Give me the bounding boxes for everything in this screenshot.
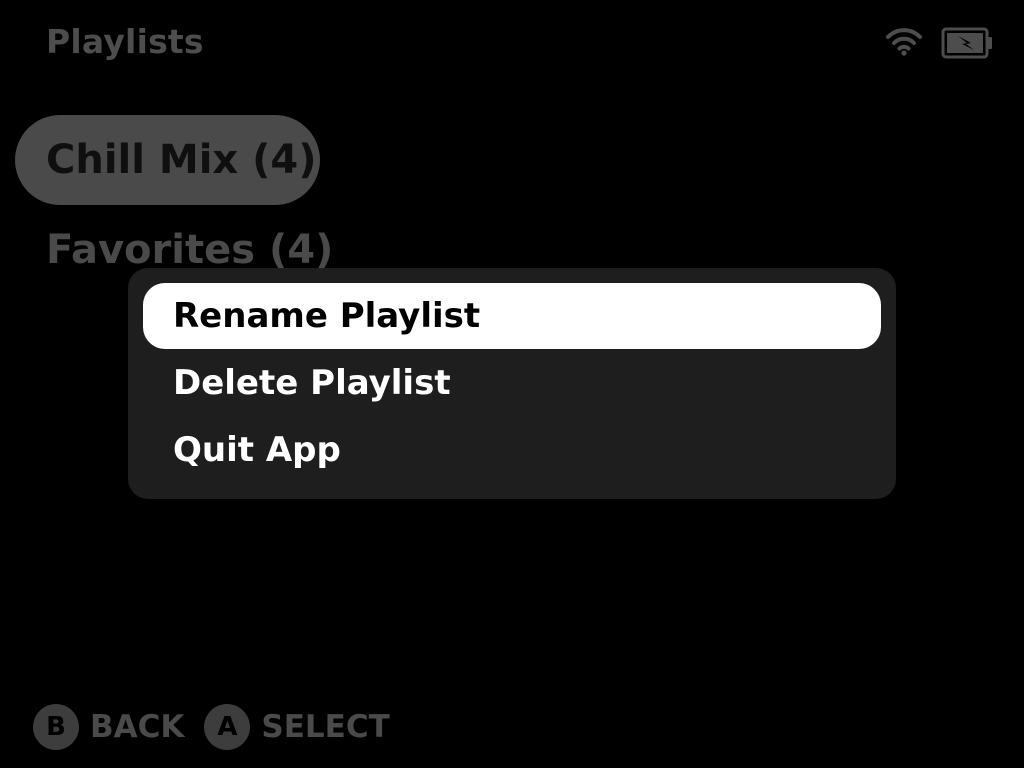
menu-item-label: Rename Playlist	[173, 296, 481, 336]
wifi-icon	[886, 28, 922, 56]
back-hint-label: BACK	[90, 709, 185, 745]
playlist-item-label: Favorites (4)	[46, 227, 334, 273]
menu-item-quit-app[interactable]: Quit App	[143, 417, 881, 483]
menu-item-label: Quit App	[173, 430, 341, 470]
menu-item-label: Delete Playlist	[173, 363, 451, 403]
button-hints: B BACK A SELECT	[33, 704, 410, 750]
playlist-item-chill-mix[interactable]: Chill Mix (4)	[15, 115, 320, 205]
battery-charging-icon	[941, 27, 992, 59]
page-title: Playlists	[46, 22, 204, 61]
context-menu: Rename Playlist Delete Playlist Quit App	[128, 268, 896, 499]
b-button-icon[interactable]: B	[33, 704, 79, 750]
menu-item-rename-playlist[interactable]: Rename Playlist	[143, 283, 881, 349]
menu-item-delete-playlist[interactable]: Delete Playlist	[143, 350, 881, 416]
select-hint-label: SELECT	[261, 709, 390, 745]
screen: Playlists Chill Mix (4) Favorites (4) Re…	[0, 0, 1024, 768]
a-button-icon[interactable]: A	[204, 704, 251, 750]
playlist-item-label: Chill Mix (4)	[46, 137, 317, 183]
